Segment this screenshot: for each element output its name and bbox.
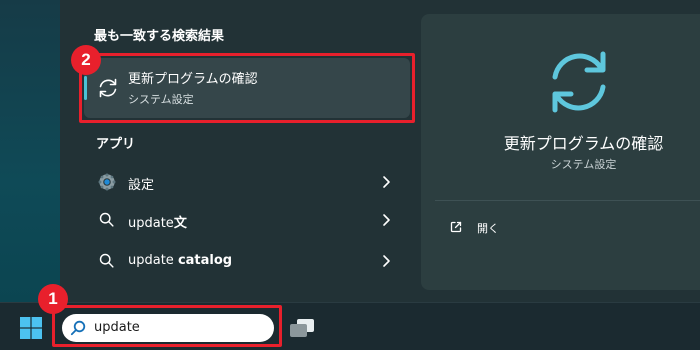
detail-pane: 更新プログラムの確認 システム設定 開く — [421, 14, 700, 290]
chevron-right-icon — [383, 214, 390, 226]
annotation-badge-1: 1 — [38, 284, 68, 314]
divider — [435, 200, 700, 201]
search-suggestion-update-catalog[interactable]: update catalog — [84, 243, 410, 279]
task-view-icon[interactable] — [288, 317, 316, 339]
search-icon — [99, 253, 114, 268]
annotation-badge-2: 2 — [71, 45, 101, 75]
suggestion-label: update文 — [128, 216, 187, 231]
detail-title: 更新プログラムの確認 — [503, 134, 664, 153]
desktop-background — [0, 0, 60, 302]
open-external-icon — [450, 221, 462, 233]
detail-subtitle: システム設定 — [550, 158, 617, 171]
annotation-box-2 — [79, 53, 415, 123]
gear-icon — [98, 173, 116, 191]
app-item-label: 設定 — [128, 178, 155, 193]
apps-heading: アプリ — [96, 137, 136, 152]
refresh-icon — [552, 51, 606, 113]
best-match-heading: 最も一致する検索結果 — [94, 29, 225, 44]
search-icon — [99, 212, 114, 227]
chevron-right-icon — [383, 255, 390, 267]
app-item-settings[interactable]: 設定 — [84, 164, 410, 200]
search-suggestion-update-bun[interactable]: update文 — [84, 202, 410, 238]
annotation-box-1 — [52, 305, 282, 347]
open-action[interactable]: 開く — [439, 218, 559, 238]
chevron-right-icon — [383, 176, 390, 188]
windows-logo-icon[interactable] — [20, 317, 42, 339]
suggestion-label: update catalog — [128, 253, 233, 268]
open-label: 開く — [477, 222, 499, 235]
